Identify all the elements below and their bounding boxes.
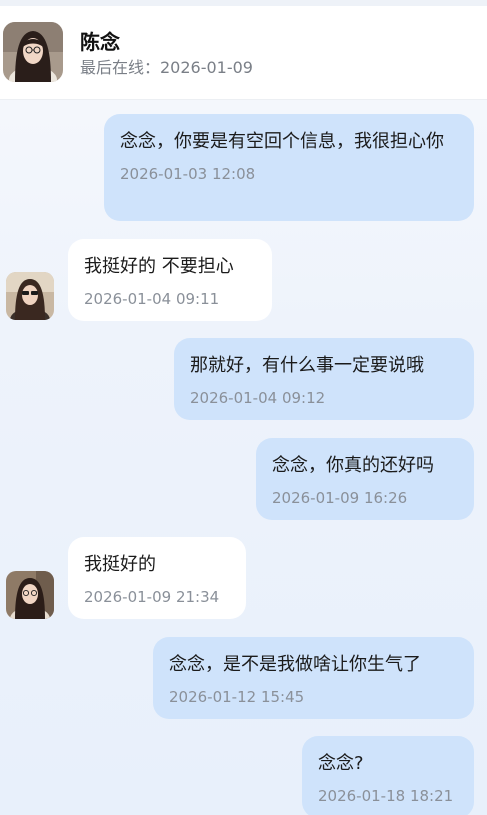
sender-avatar[interactable] <box>6 272 54 320</box>
message-time: 2026-01-12 15:45 <box>169 688 305 706</box>
message-text: 念念，你要是有空回个信息，我很担心你 <box>120 131 444 152</box>
message-bubble-outgoing[interactable]: 念念，你真的还好吗 2026-01-09 16:26 <box>256 438 474 520</box>
message-time: 2026-01-09 16:26 <box>272 489 408 507</box>
message-bubble-incoming[interactable]: 我挺好的 2026-01-09 21:34 <box>68 537 246 619</box>
message-bubble-outgoing[interactable]: 念念? 2026-01-18 18:21 <box>302 736 474 815</box>
chat-screen: 陈念 最后在线：2026-01-09 念念，你要是有空回个信息，我很担心你 20… <box>0 0 487 815</box>
message-bubble-outgoing[interactable]: 那就好，有什么事一定要说哦 2026-01-04 09:12 <box>174 338 474 420</box>
sender-avatar[interactable] <box>6 571 54 619</box>
message-time: 2026-01-09 21:34 <box>84 588 220 606</box>
message-bubble-incoming[interactable]: 我挺好的 不要担心 2026-01-04 09:11 <box>68 239 272 321</box>
chat-header: 陈念 最后在线：2026-01-09 <box>0 6 487 100</box>
message-text: 念念，是不是我做啥让你生气了 <box>169 654 421 675</box>
message-time: 2026-01-04 09:12 <box>190 389 326 407</box>
message-text: 念念，你真的还好吗 <box>272 455 434 476</box>
last-online-status: 最后在线：2026-01-09 <box>80 58 253 77</box>
message-bubble-outgoing[interactable]: 念念，你要是有空回个信息，我很担心你 2026-01-03 12:08 <box>104 114 474 221</box>
message-bubble-outgoing[interactable]: 念念，是不是我做啥让你生气了 2026-01-12 15:45 <box>153 637 474 719</box>
message-text: 我挺好的 <box>84 554 156 575</box>
message-text: 念念? <box>318 753 364 774</box>
contact-name: 陈念 <box>80 30 120 54</box>
message-time: 2026-01-03 12:08 <box>120 165 256 183</box>
message-text: 我挺好的 不要担心 <box>84 256 234 277</box>
message-time: 2026-01-04 09:11 <box>84 290 220 308</box>
message-time: 2026-01-18 18:21 <box>318 787 454 805</box>
contact-avatar[interactable] <box>3 22 63 82</box>
message-text: 那就好，有什么事一定要说哦 <box>190 355 424 376</box>
